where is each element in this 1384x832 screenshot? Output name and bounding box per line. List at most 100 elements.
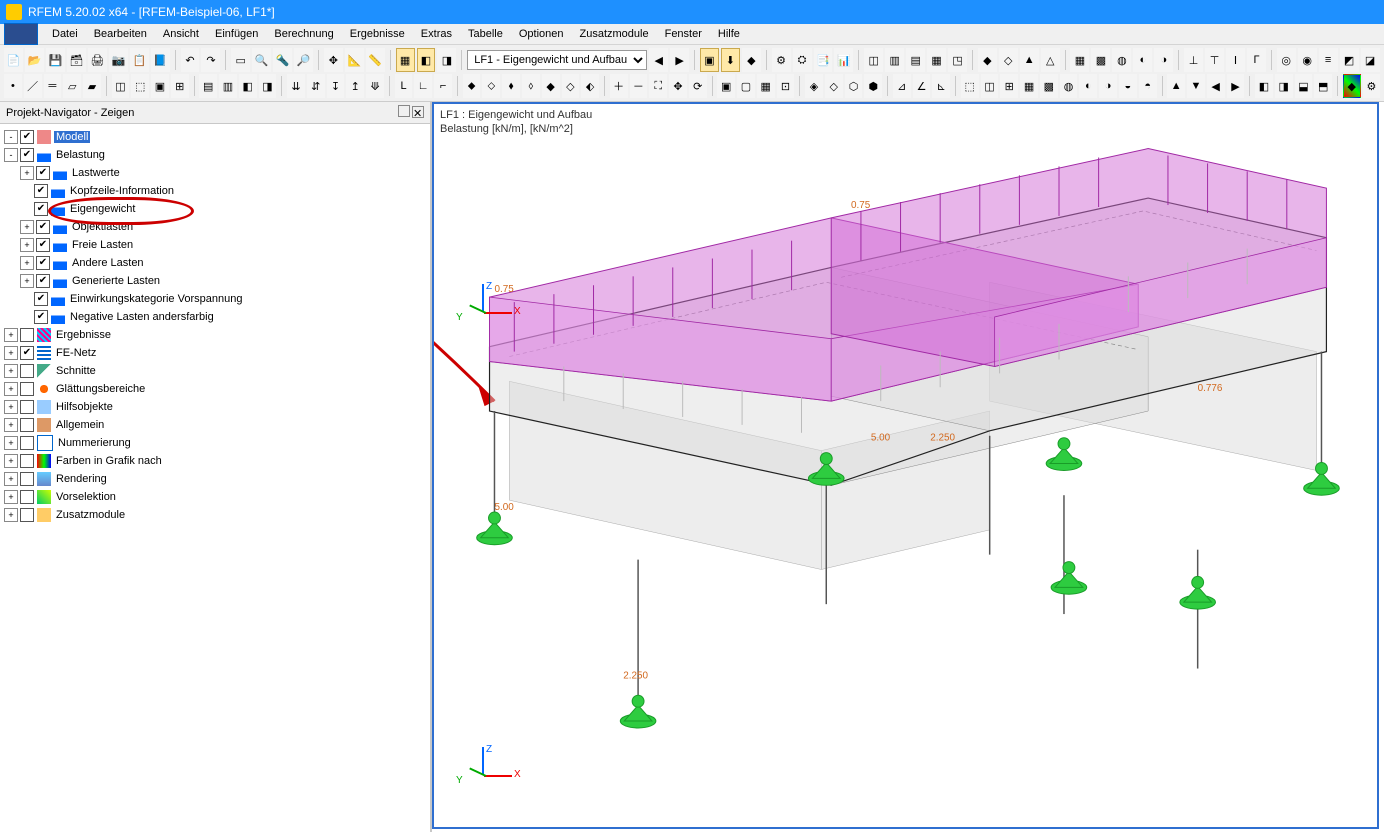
t2-37[interactable]: ⊡	[777, 74, 795, 98]
t2-35[interactable]: ▢	[737, 74, 755, 98]
viewport-3d[interactable]: LF1 : Eigengewicht und Aufbau Belastung …	[431, 102, 1384, 832]
tree-item[interactable]: +Allgemein	[2, 416, 428, 434]
checkbox[interactable]	[20, 436, 34, 450]
line-icon[interactable]: ／	[24, 74, 42, 98]
t2-34[interactable]: ▣	[717, 74, 735, 98]
tree-item[interactable]: +Andere Lasten	[2, 254, 428, 272]
checkbox[interactable]	[20, 508, 34, 522]
t2-62[interactable]: ⬒	[1314, 74, 1332, 98]
member-icon[interactable]: ═	[44, 74, 62, 98]
t2-50[interactable]: ◍	[1060, 74, 1078, 98]
tree-item[interactable]: +Zusatzmodule	[2, 506, 428, 524]
expand-icon[interactable]: +	[4, 364, 18, 378]
t2-55[interactable]: ▲	[1167, 74, 1185, 98]
tree-item[interactable]: -Belastung	[2, 146, 428, 164]
t2-26[interactable]: ◆	[542, 74, 560, 98]
checkbox[interactable]	[20, 472, 34, 486]
t2-23[interactable]: ⬦	[482, 74, 500, 98]
t2-14[interactable]: ⇊	[287, 74, 305, 98]
module-3-icon[interactable]: ▲	[1020, 48, 1039, 72]
t2-59[interactable]: ◧	[1255, 74, 1273, 98]
tree-label[interactable]: Glättungsbereiche	[54, 383, 147, 395]
t2-54[interactable]: ◓	[1139, 74, 1157, 98]
t2-52[interactable]: ◑	[1099, 74, 1117, 98]
tree-label[interactable]: Nummerierung	[56, 437, 133, 449]
panel-icon[interactable]: ◨	[437, 48, 456, 72]
t2-22[interactable]: ⬥	[463, 74, 481, 98]
t2-57[interactable]: ◀	[1207, 74, 1225, 98]
t2-61[interactable]: ⬓	[1295, 74, 1313, 98]
tree-label[interactable]: Einwirkungskategorie Vorspannung	[68, 293, 244, 305]
tree-item[interactable]: +Hilfsobjekte	[2, 398, 428, 416]
undo-icon[interactable]: ↶	[181, 48, 200, 72]
dim-icon[interactable]: 📏	[366, 48, 385, 72]
tree-label[interactable]: Generierte Lasten	[70, 275, 162, 287]
render-4-icon[interactable]: ◐	[1133, 48, 1152, 72]
tree-label[interactable]: Allgemein	[54, 419, 106, 431]
lf-next-icon[interactable]: ▶	[670, 48, 689, 72]
t2-19[interactable]: L	[395, 74, 413, 98]
fit-icon[interactable]: ⛶	[649, 74, 667, 98]
menu-bearbeiten[interactable]: Bearbeiten	[86, 26, 155, 42]
expand-icon[interactable]: +	[4, 436, 18, 450]
t2-21[interactable]: ⌐	[434, 74, 452, 98]
checkbox[interactable]	[36, 274, 50, 288]
t2-40[interactable]: ⬡	[845, 74, 863, 98]
t2-43[interactable]: ∠	[913, 74, 931, 98]
t2-53[interactable]: ◒	[1119, 74, 1137, 98]
search-icon[interactable]: 🔎	[294, 48, 313, 72]
module-2-icon[interactable]: ◇	[999, 48, 1018, 72]
t2-20[interactable]: ∟	[414, 74, 432, 98]
tree-label[interactable]: Vorselektion	[54, 491, 118, 503]
t2-38[interactable]: ◈	[805, 74, 823, 98]
t2-44[interactable]: ⊾	[932, 74, 950, 98]
tables-icon[interactable]: ▦	[396, 48, 415, 72]
app-menu-icon[interactable]	[4, 23, 38, 45]
t2-41[interactable]: ⬢	[864, 74, 882, 98]
report-icon[interactable]: 📑	[814, 48, 833, 72]
print-icon[interactable]: 🖨	[88, 48, 107, 72]
tree-item[interactable]: +Freie Lasten	[2, 236, 428, 254]
view-x-icon[interactable]: ▥	[885, 48, 904, 72]
t2-18[interactable]: ⟱	[366, 74, 384, 98]
beam-3-icon[interactable]: Ⅰ	[1226, 48, 1245, 72]
copy-icon[interactable]: 📋	[130, 48, 149, 72]
t2-47[interactable]: ⊞	[1000, 74, 1018, 98]
checkbox[interactable]	[20, 328, 34, 342]
expand-icon[interactable]: -	[4, 148, 18, 162]
open-icon[interactable]: 📂	[25, 48, 44, 72]
checkbox[interactable]	[20, 130, 34, 144]
t2-6[interactable]: ◫	[112, 74, 130, 98]
expand-icon[interactable]: +	[20, 166, 34, 180]
t2-9[interactable]: ⊞	[171, 74, 189, 98]
checkbox[interactable]	[36, 220, 50, 234]
t2-27[interactable]: ◇	[562, 74, 580, 98]
misc-5-icon[interactable]: ◪	[1361, 48, 1380, 72]
t2-49[interactable]: ▩	[1040, 74, 1058, 98]
expand-icon[interactable]: +	[4, 472, 18, 486]
save-icon[interactable]: 💾	[46, 48, 65, 72]
expand-icon[interactable]: +	[4, 346, 18, 360]
tree-label[interactable]: Ergebnisse	[54, 329, 113, 341]
surf2-icon[interactable]: ▰	[83, 74, 101, 98]
tree-item[interactable]: + Nummerierung	[2, 434, 428, 452]
t2-17[interactable]: ↥	[346, 74, 364, 98]
t2-11[interactable]: ▥	[219, 74, 237, 98]
book-icon[interactable]: 📘	[151, 48, 170, 72]
show-loads-icon[interactable]: ⬇	[721, 48, 740, 72]
checkbox[interactable]	[20, 454, 34, 468]
tree-label[interactable]: Zusatzmodule	[54, 509, 127, 521]
render-2-icon[interactable]: ▩	[1091, 48, 1110, 72]
redo-icon[interactable]: ↷	[201, 48, 220, 72]
tree-item[interactable]: -Modell	[2, 128, 428, 146]
tree-item[interactable]: Kopfzeile-Information	[2, 182, 428, 200]
t2-16[interactable]: ↧	[327, 74, 345, 98]
pin-icon[interactable]	[398, 105, 410, 117]
checkbox[interactable]	[36, 256, 50, 270]
menu-ansicht[interactable]: Ansicht	[155, 26, 207, 42]
move-icon[interactable]: ✥	[324, 48, 343, 72]
checkbox[interactable]	[20, 418, 34, 432]
settings-icon[interactable]: ⚙	[1363, 74, 1381, 98]
render-5-icon[interactable]: ◑	[1154, 48, 1173, 72]
module-4-icon[interactable]: △	[1041, 48, 1060, 72]
